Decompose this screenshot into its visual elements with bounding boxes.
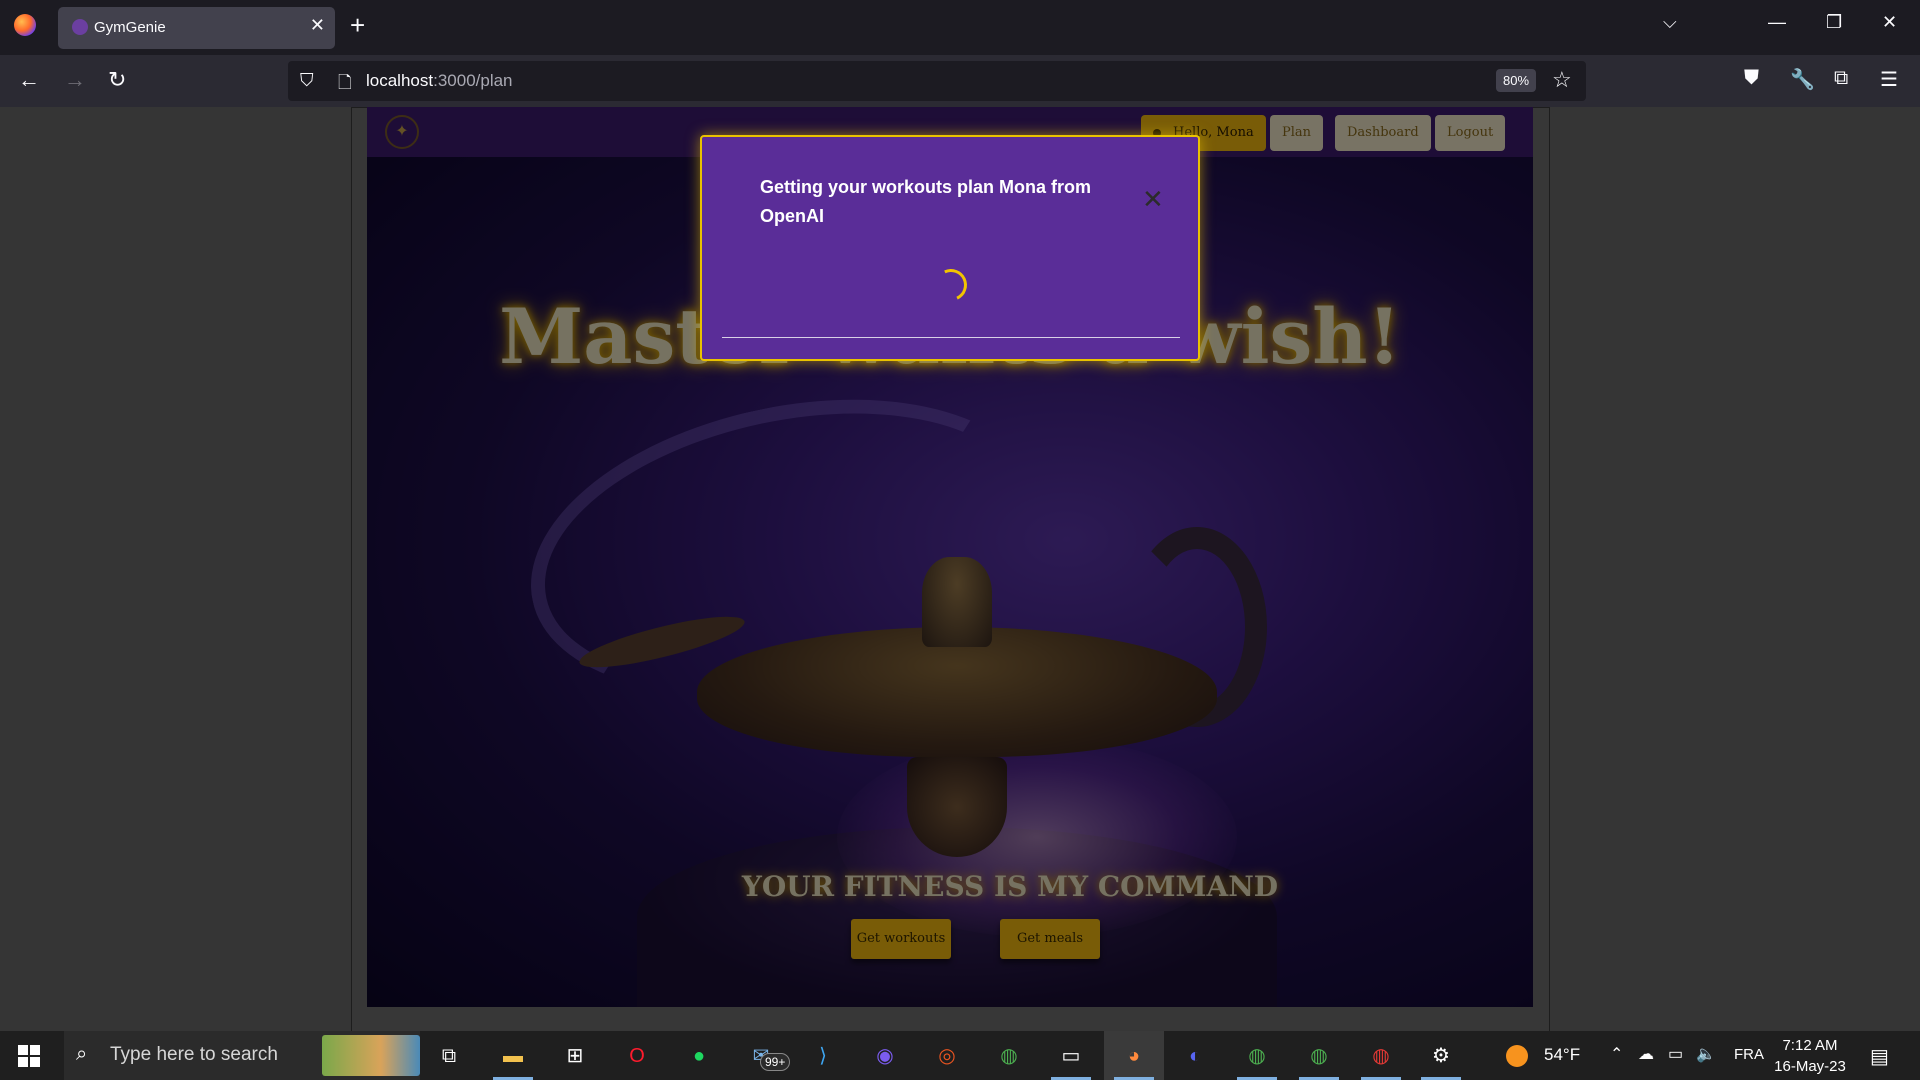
restore-icon[interactable]: ❐ <box>1826 12 1842 33</box>
clock-time: 7:12 AM <box>1782 1037 1838 1054</box>
url-text[interactable]: localhost:3000/plan <box>366 71 513 91</box>
chrome-icon[interactable]: ◍ <box>994 1041 1024 1071</box>
chrome-profile-1-icon[interactable]: ◍ <box>1242 1041 1272 1071</box>
onedrive-cloud-icon[interactable]: ☁ <box>1638 1044 1654 1064</box>
terminal-icon[interactable]: ▭ <box>1056 1041 1086 1071</box>
windows-taskbar: ⌕ Type here to search ⧉ ▬ ⊞ O ● ✉ 99+ ⟩ … <box>0 1031 1920 1080</box>
forward-icon[interactable]: → <box>64 67 86 93</box>
opera-icon[interactable]: O <box>622 1041 652 1071</box>
list-tabs-chevron-icon[interactable]: ⌵ <box>1663 12 1677 33</box>
search-highlight-image <box>322 1035 420 1076</box>
weather-sun-icon[interactable] <box>1506 1045 1528 1067</box>
file-explorer-icon[interactable]: ▬ <box>498 1041 528 1071</box>
microsoft-store-icon[interactable]: ⊞ <box>560 1041 590 1071</box>
language-indicator[interactable]: FRA <box>1734 1046 1764 1063</box>
canva-icon[interactable]: ◉ <box>870 1041 900 1071</box>
browser-navbar: ← → ↻ ⛉ 🗋 localhost:3000/plan 80% ☆ ⛊ 🔧 … <box>0 55 1920 107</box>
page-info-icon[interactable]: 🗋 <box>338 70 352 99</box>
clock-date: 16-May-23 <box>1774 1058 1846 1075</box>
notifications-icon[interactable]: ▤ <box>1870 1044 1889 1069</box>
zoom-level-badge[interactable]: 80% <box>1496 69 1537 92</box>
search-placeholder: Type here to search <box>110 1044 278 1065</box>
firefox-taskbar-icon[interactable]: ◕ <box>1119 1041 1149 1071</box>
loading-spinner-icon <box>930 264 972 306</box>
settings-gear-icon[interactable]: ⚙ <box>1426 1041 1456 1071</box>
volume-icon[interactable]: 🔈 <box>1696 1044 1716 1064</box>
reload-icon[interactable]: ↻ <box>108 67 126 93</box>
wrench-icon[interactable]: 🔧 <box>1790 67 1815 92</box>
page-viewport: ✦ Hello, Mona Plan Dashboard Logout Mast… <box>0 107 1920 1031</box>
shield-icon[interactable]: ⛉ <box>300 70 314 91</box>
minimize-icon[interactable]: — <box>1768 12 1786 33</box>
back-icon[interactable]: ← <box>18 67 40 93</box>
modal-title: Getting your workouts plan Mona from Ope… <box>760 177 1092 226</box>
battery-icon[interactable]: ▭ <box>1668 1044 1683 1064</box>
url-bar[interactable]: ⛉ 🗋 localhost:3000/plan 80% ☆ <box>288 61 1586 101</box>
loading-modal: Getting your workouts plan Mona from Ope… <box>700 135 1200 361</box>
tray-chevron-icon[interactable]: ⌃ <box>1610 1044 1623 1064</box>
modal-divider <box>722 337 1180 338</box>
chrome-profile-3-icon[interactable]: ◍ <box>1366 1041 1396 1071</box>
pocket-icon[interactable]: ⛊ <box>1744 67 1759 90</box>
taskbar-search-box[interactable]: ⌕ Type here to search <box>64 1031 420 1080</box>
spotify-icon[interactable]: ● <box>684 1041 714 1071</box>
mail-badge: 99+ <box>760 1053 791 1071</box>
tab-gymgenie[interactable]: GymGenie ✕ <box>58 7 335 49</box>
tab-favicon-icon <box>72 19 88 35</box>
discord-icon[interactable]: ◐ <box>1180 1041 1210 1071</box>
task-view-icon[interactable]: ⧉ <box>434 1041 464 1071</box>
menu-icon[interactable]: ☰ <box>1880 67 1898 92</box>
bookmark-star-icon[interactable]: ☆ <box>1552 67 1572 93</box>
weather-temperature[interactable]: 54°F <box>1544 1045 1580 1065</box>
browser-titlebar: GymGenie ✕ + ⌵ — ❐ ✕ <box>0 0 1920 55</box>
chrome-profile-2-icon[interactable]: ◍ <box>1304 1041 1334 1071</box>
firefox-logo-icon[interactable] <box>14 14 36 36</box>
windows-start-icon[interactable] <box>18 1045 40 1067</box>
window-close-icon[interactable]: ✕ <box>1882 12 1897 33</box>
new-tab-icon[interactable]: + <box>350 10 365 41</box>
taskbar-clock[interactable]: 7:12 AM 16-May-23 <box>1770 1035 1850 1077</box>
modal-close-icon[interactable]: ✕ <box>1142 186 1164 212</box>
tab-title: GymGenie <box>94 19 166 36</box>
ubuntu-icon[interactable]: ◎ <box>932 1041 962 1071</box>
extensions-icon[interactable]: ⧉ <box>1834 67 1848 90</box>
search-icon: ⌕ <box>76 1043 88 1065</box>
vscode-icon[interactable]: ⟩ <box>808 1041 838 1071</box>
tab-close-icon[interactable]: ✕ <box>310 15 325 36</box>
